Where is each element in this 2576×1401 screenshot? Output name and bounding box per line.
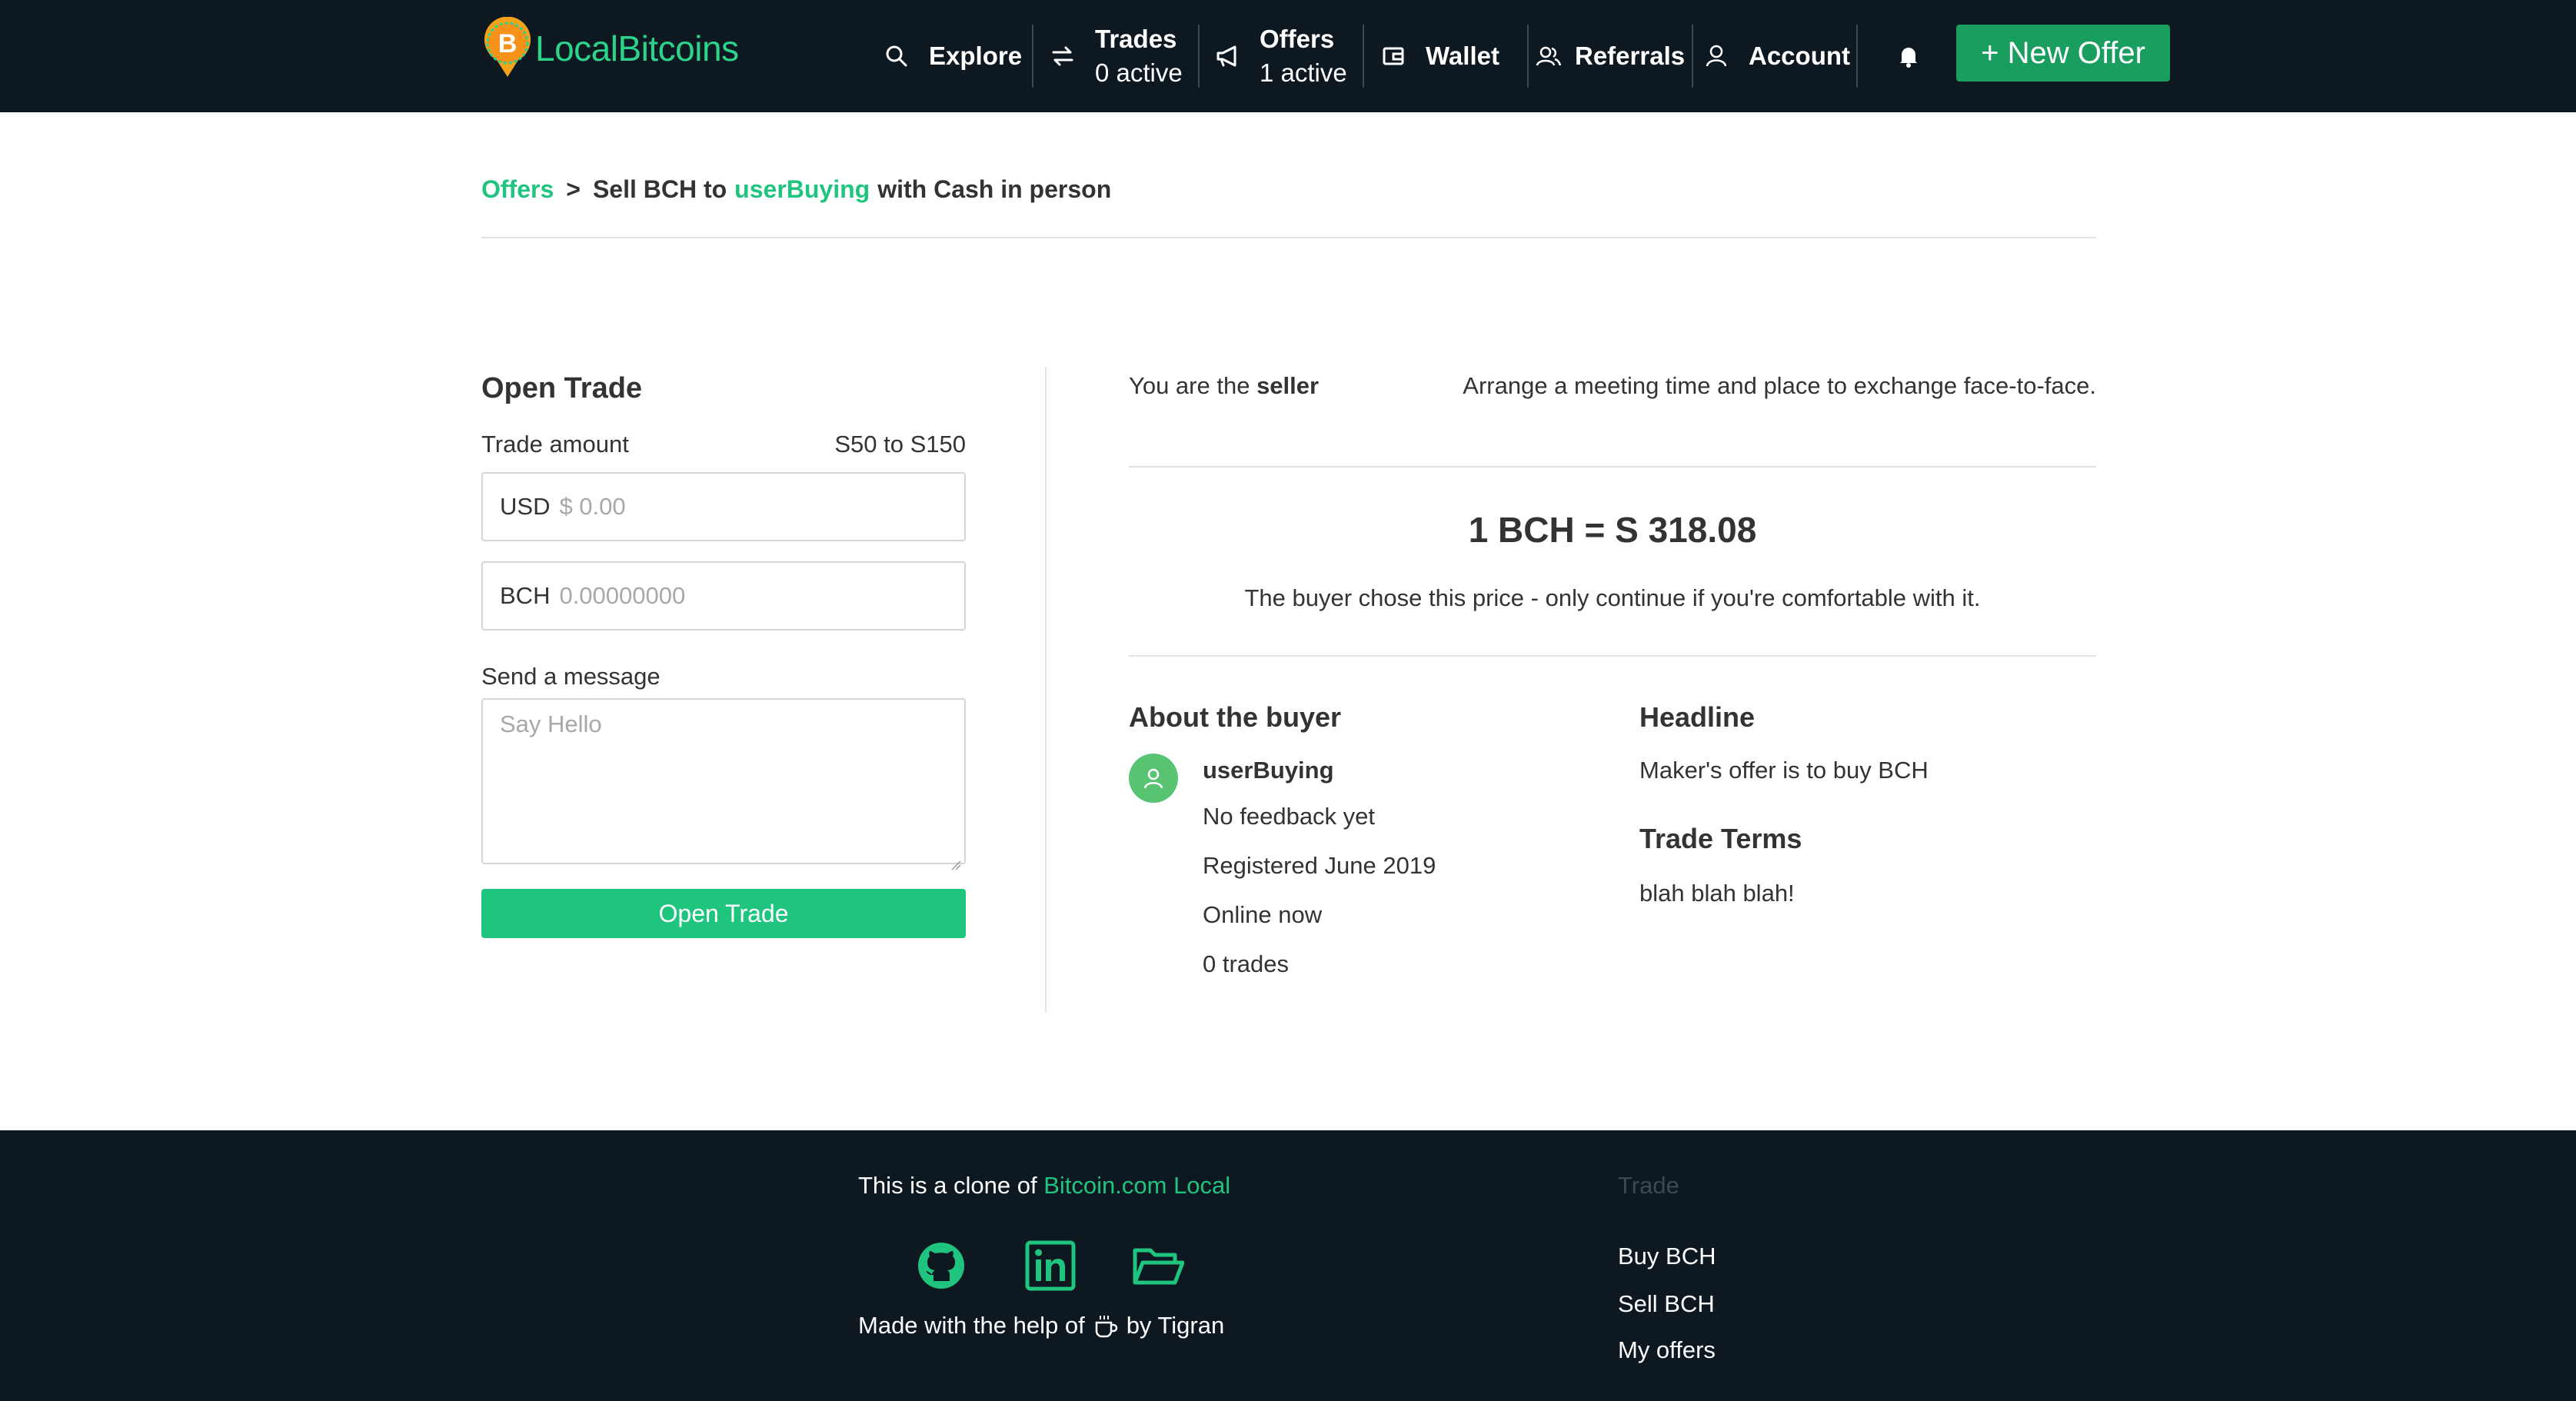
nav-divider bbox=[1692, 25, 1693, 88]
nav-trades[interactable]: Trades 0 active bbox=[1047, 25, 1183, 88]
instruction-text: Arrange a meeting time and place to exch… bbox=[1463, 372, 2096, 399]
message-placeholder: Say Hello bbox=[500, 710, 602, 737]
nav-trades-label: Trades bbox=[1095, 25, 1177, 53]
footer-clone-text: This is a clone of Bitcoin.com Local bbox=[858, 1172, 1230, 1200]
open-trade-button[interactable]: Open Trade bbox=[481, 889, 966, 938]
nav-explore[interactable]: Explore bbox=[881, 25, 1022, 88]
search-icon bbox=[881, 41, 912, 72]
role-prefix: You are the bbox=[1129, 372, 1250, 399]
folder-icon[interactable] bbox=[1132, 1240, 1185, 1292]
avatar[interactable] bbox=[1129, 754, 1178, 803]
buyer-registered: Registered June 2019 bbox=[1203, 852, 1436, 879]
breadcrumb-user-link[interactable]: userBuying bbox=[734, 175, 870, 204]
nav-referrals[interactable]: Referrals bbox=[1533, 25, 1685, 88]
nav-account[interactable]: Account bbox=[1701, 25, 1850, 88]
role-text: You are the seller bbox=[1129, 372, 1319, 400]
bell-icon bbox=[1893, 41, 1924, 72]
buyer-trades: 0 trades bbox=[1203, 950, 1290, 977]
footer-made-prefix: Made with the help of bbox=[858, 1312, 1085, 1339]
footer bbox=[0, 1130, 2576, 1401]
bch-amount-input[interactable]: BCH 0.00000000 bbox=[481, 561, 966, 631]
nav-account-label: Account bbox=[1749, 42, 1850, 70]
footer-link-my-offers[interactable]: My offers bbox=[1618, 1336, 1716, 1364]
buyer-status: Online now bbox=[1203, 901, 1323, 928]
nav-offers-count: 1 active bbox=[1260, 58, 1347, 87]
trade-terms-heading: Trade Terms bbox=[1639, 823, 1802, 854]
headline-heading: Headline bbox=[1639, 701, 1756, 733]
top-navbar: B LocalBitcoins Explore Trades 0 active … bbox=[0, 0, 2576, 112]
breadcrumb: Offers > Sell BCH to userBuying with Cas… bbox=[481, 175, 1111, 204]
nav-divider bbox=[1856, 25, 1858, 88]
footer-made-text: Made with the help of by Tigran bbox=[858, 1312, 1224, 1339]
breadcrumb-prefix: Sell BCH to bbox=[592, 175, 727, 203]
trade-terms-text: blah blah blah! bbox=[1639, 880, 1795, 907]
nav-wallet[interactable]: Wallet bbox=[1378, 25, 1499, 88]
github-icon[interactable] bbox=[915, 1240, 967, 1292]
usd-amount-input[interactable]: USD $ 0.00 bbox=[481, 472, 966, 541]
headline-text: Maker's offer is to buy BCH bbox=[1639, 757, 1929, 784]
nav-divider bbox=[1032, 25, 1033, 88]
nav-divider bbox=[1527, 25, 1529, 88]
notifications-button[interactable] bbox=[1893, 25, 1924, 88]
trade-amount-label: Trade amount bbox=[481, 431, 629, 458]
rate-note: The buyer chose this price - only contin… bbox=[1244, 584, 1981, 611]
user-icon bbox=[1701, 41, 1732, 72]
nav-wallet-label: Wallet bbox=[1426, 42, 1499, 70]
role-value: seller bbox=[1256, 372, 1320, 399]
usd-currency-label: USD bbox=[500, 493, 551, 520]
about-buyer-heading: About the buyer bbox=[1129, 701, 1341, 733]
usd-placeholder: $ 0.00 bbox=[559, 493, 626, 520]
nav-referrals-label: Referrals bbox=[1575, 42, 1686, 70]
svg-text:B: B bbox=[498, 29, 518, 58]
nav-offers[interactable]: Offers 1 active bbox=[1212, 25, 1347, 88]
footer-trade-heading: Trade bbox=[1618, 1172, 1679, 1199]
buyer-feedback: No feedback yet bbox=[1203, 803, 1376, 830]
linkedin-icon[interactable] bbox=[1024, 1240, 1077, 1292]
coffee-icon bbox=[1093, 1313, 1119, 1339]
breadcrumb-offers-link[interactable]: Offers bbox=[481, 175, 554, 204]
user-avatar-icon bbox=[1143, 768, 1163, 789]
swap-icon bbox=[1047, 41, 1078, 72]
rate-divider bbox=[1129, 655, 2096, 657]
footer-link-sell-bch[interactable]: Sell BCH bbox=[1618, 1290, 1715, 1318]
message-label: Send a message bbox=[481, 663, 661, 690]
footer-clone-link[interactable]: Bitcoin.com Local bbox=[1043, 1172, 1230, 1199]
bitcoin-pin-icon: B bbox=[480, 16, 535, 80]
trade-amount-range: S50 to S150 bbox=[834, 431, 966, 458]
nav-trades-count: 0 active bbox=[1095, 58, 1183, 87]
footer-clone-prefix: This is a clone of bbox=[858, 1172, 1037, 1199]
resize-grip-icon[interactable] bbox=[950, 849, 961, 870]
message-textarea[interactable]: Say Hello bbox=[481, 698, 966, 870]
users-icon bbox=[1533, 41, 1564, 72]
nav-divider bbox=[1363, 25, 1364, 88]
exchange-rate: 1 BCH = S 318.08 bbox=[1468, 510, 1757, 550]
footer-made-suffix: by Tigran bbox=[1126, 1312, 1225, 1339]
breadcrumb-divider bbox=[481, 237, 2096, 238]
wallet-icon bbox=[1378, 41, 1409, 72]
logo-link[interactable]: B LocalBitcoins bbox=[480, 16, 739, 80]
breadcrumb-suffix: with Cash in person bbox=[877, 175, 1112, 203]
bch-placeholder: 0.00000000 bbox=[559, 582, 686, 609]
megaphone-icon bbox=[1212, 41, 1243, 72]
footer-link-buy-bch[interactable]: Buy BCH bbox=[1618, 1243, 1716, 1270]
buyer-name-link[interactable]: userBuying bbox=[1203, 757, 1334, 784]
open-trade-title: Open Trade bbox=[481, 372, 643, 404]
breadcrumb-separator: > bbox=[566, 175, 581, 203]
logo-text: LocalBitcoins bbox=[535, 28, 739, 68]
nav-divider bbox=[1198, 25, 1200, 88]
column-divider bbox=[1045, 368, 1047, 1013]
new-offer-button[interactable]: + New Offer bbox=[1956, 25, 2170, 82]
nav-offers-label: Offers bbox=[1260, 25, 1335, 53]
info-divider bbox=[1129, 466, 2096, 468]
nav-explore-label: Explore bbox=[929, 42, 1023, 70]
bch-currency-label: BCH bbox=[500, 582, 551, 609]
